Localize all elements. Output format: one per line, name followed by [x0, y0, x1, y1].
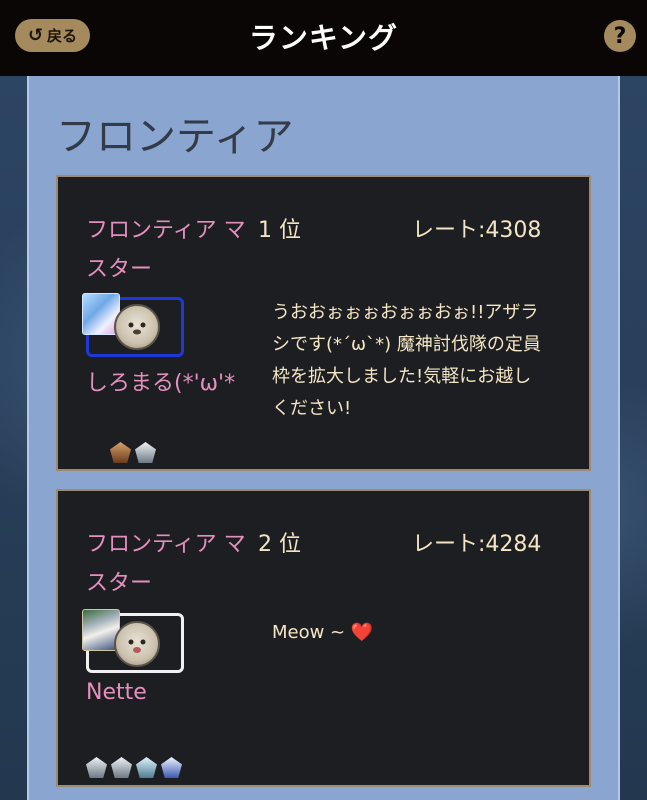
heart-emoji-icon: ❤️ [350, 622, 374, 643]
bronze-emblem-icon [110, 442, 131, 463]
section-title: フロンティア [56, 114, 294, 160]
silver-emblem-icon [135, 442, 156, 463]
rank-position: 2 位 [258, 532, 301, 557]
top-bar: ランキング ↺ 戻る ? [0, 0, 647, 76]
rate-value: レート:4308 [412, 218, 542, 243]
undo-arrow-icon: ↺ [27, 24, 44, 46]
teal-emblem-icon [136, 757, 157, 778]
rank-position: 1 位 [258, 218, 301, 243]
help-icon: ? [613, 23, 627, 49]
emblem-list [110, 442, 156, 463]
emblem-list [86, 757, 182, 778]
player-name[interactable]: Nette [86, 680, 147, 705]
comment-text: Meow ~ [272, 622, 346, 643]
rank-title: フロンティア マスター [86, 532, 246, 596]
back-label: 戻る [47, 27, 78, 45]
seal-avatar-icon[interactable] [114, 304, 160, 350]
seal-avatar-icon[interactable] [114, 621, 160, 667]
silver-emblem-icon [86, 757, 107, 778]
silver-emblem-icon [111, 757, 132, 778]
page-title: ランキング [248, 21, 399, 55]
ranking-card[interactable]: フロンティア マスター 2 位 レート:4284 Nette Meow ~ ❤️ [56, 489, 591, 787]
blue-emblem-icon [161, 757, 182, 778]
ranking-card[interactable]: フロンティア マスター 1 位 レート:4308 しろまる(*'ω'* うおおぉ… [56, 175, 591, 471]
rank-title: フロンティア マスター [86, 218, 246, 282]
player-name[interactable]: しろまる(*'ω'* [86, 365, 235, 397]
back-button[interactable]: ↺ 戻る [15, 19, 90, 52]
player-comment: Meow ~ ❤️ [272, 617, 542, 649]
help-button[interactable]: ? [604, 20, 636, 52]
rate-value: レート:4284 [412, 532, 542, 557]
player-comment: うおおぉぉぉおぉぉおぉ!!アザラシです(*´ω`*) 魔神討伐隊の定員枠を拡大し… [272, 302, 541, 419]
